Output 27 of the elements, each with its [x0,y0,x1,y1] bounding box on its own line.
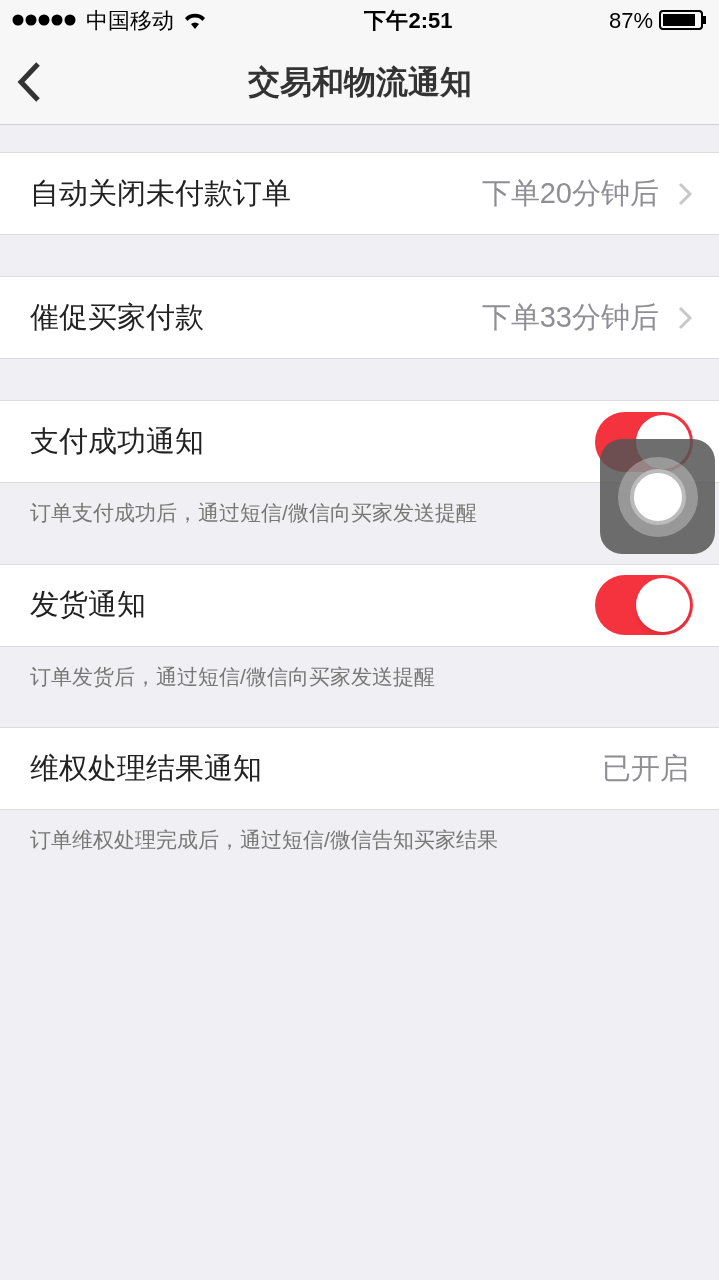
row-description: 订单发货后，通过短信/微信向买家发送提醒 [30,663,435,690]
back-icon[interactable] [16,61,42,103]
chevron-right-icon [677,180,693,207]
settings-row[interactable]: 自动关闭未付款订单 下单20分钟后 [0,152,719,235]
signal-icon [12,14,78,26]
row-label: 自动关闭未付款订单 [30,175,292,211]
row-label: 维权处理结果通知 [30,750,263,786]
battery-percent: 87% [608,6,653,35]
carrier-name: 中国移动 [86,6,174,35]
row-value: 已开启 [602,750,690,786]
settings-row[interactable]: 支付成功通知 [0,400,719,483]
row-label: 支付成功通知 [30,423,205,459]
chevron-right-icon [677,304,693,331]
row-label: 催促买家付款 [30,299,205,335]
status-time: 下午2:51 [364,6,453,35]
row-description: 订单维权处理完成后，通过短信/微信告知买家结果 [30,827,498,853]
battery-icon [659,10,707,30]
row-label: 发货通知 [30,587,147,623]
assistive-touch-button[interactable] [600,439,715,554]
row-value: 下单20分钟后 [481,175,659,211]
settings-row[interactable]: 催促买家付款 下单33分钟后 [0,276,719,359]
page-title: 交易和物流通知 [246,63,473,102]
row-description: 订单支付成功后，通过短信/微信向买家发送提醒 [30,500,477,526]
settings-row[interactable]: 发货通知 [0,563,719,647]
settings-row[interactable]: 维权处理结果通知 已开启 [0,727,719,810]
row-value: 下单33分钟后 [481,299,659,335]
toggle-switch[interactable] [595,575,693,635]
